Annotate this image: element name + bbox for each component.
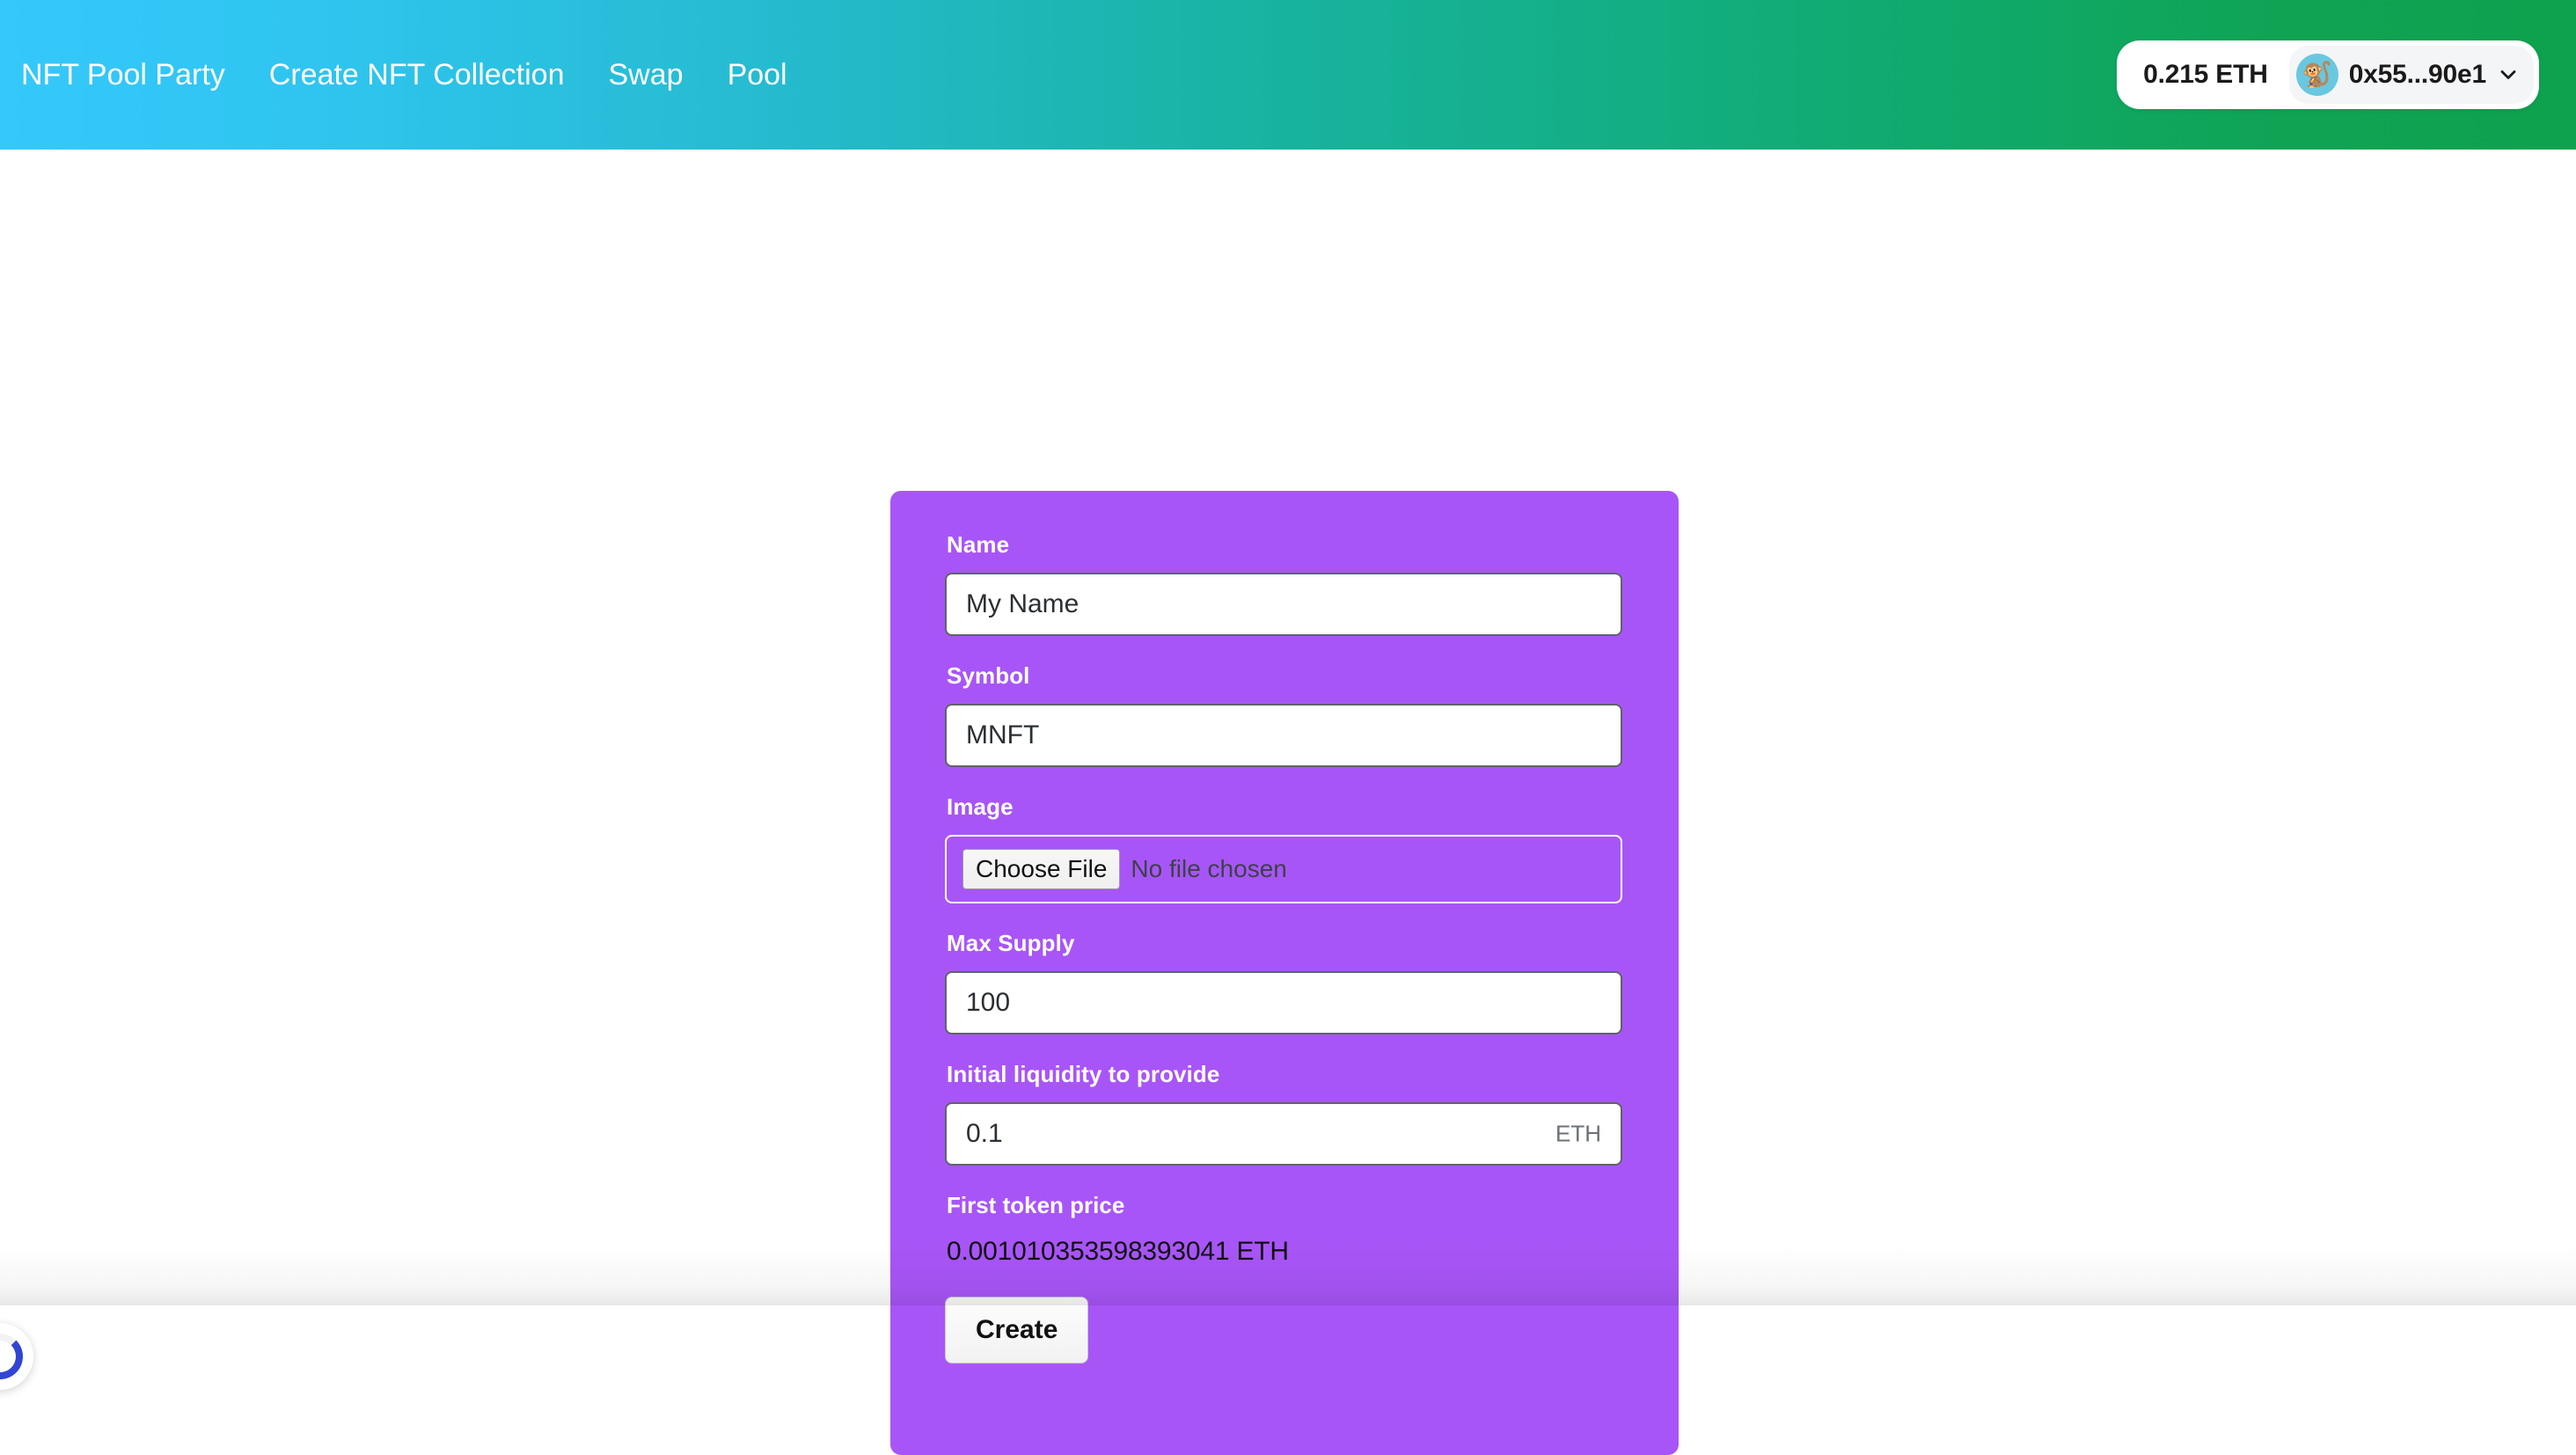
choose-file-button[interactable]: Choose File	[962, 848, 1121, 890]
first-token-price-value: 0.001010353598393041 ETH	[947, 1237, 1289, 1266]
nav-link-swap[interactable]: Swap	[609, 51, 684, 99]
file-chosen-status: No file chosen	[1131, 855, 1287, 882]
nav-link-create-nft-collection[interactable]: Create NFT Collection	[269, 51, 565, 99]
field-group-symbol: Symbol	[945, 662, 1624, 767]
initial-liquidity-input[interactable]	[945, 1102, 1622, 1166]
name-label: Name	[947, 531, 1010, 558]
wallet-balance: 0.215 ETH	[2143, 60, 2268, 89]
wallet-account-button[interactable]: 🐒 0x55...90e1	[2288, 46, 2534, 104]
symbol-input[interactable]	[945, 704, 1622, 767]
name-input[interactable]	[945, 573, 1622, 636]
image-file-input[interactable]: Choose File No file chosen	[945, 835, 1622, 903]
nav-link-nft-pool-party[interactable]: NFT Pool Party	[21, 51, 225, 99]
create-button[interactable]: Create	[945, 1297, 1089, 1364]
field-group-first-token-price: First token price 0.001010353598393041 E…	[945, 1192, 1624, 1267]
field-group-max-supply: Max Supply	[945, 930, 1624, 1035]
symbol-label: Symbol	[947, 662, 1030, 689]
top-navbar: NFT Pool Party Create NFT Collection Swa…	[0, 0, 2576, 150]
field-group-name: Name	[945, 531, 1624, 636]
image-label: Image	[947, 793, 1014, 820]
max-supply-label: Max Supply	[947, 930, 1075, 956]
monkey-avatar-icon: 🐒	[2295, 54, 2338, 96]
wallet-widget[interactable]: 0.215 ETH 🐒 0x55...90e1	[2117, 40, 2539, 109]
wallet-address: 0x55...90e1	[2348, 60, 2486, 89]
field-group-image: Image Choose File No file chosen	[945, 793, 1624, 903]
field-group-initial-liquidity: Initial liquidity to provide ETH	[945, 1061, 1624, 1166]
initial-liquidity-label: Initial liquidity to provide	[947, 1061, 1220, 1087]
loading-spinner	[0, 1323, 33, 1390]
initial-liquidity-input-wrap: ETH	[945, 1102, 1622, 1166]
page-body: Name Symbol Image Choose File No file ch…	[0, 150, 2576, 1455]
spinner-ring-icon	[0, 1334, 23, 1379]
primary-navigation: NFT Pool Party Create NFT Collection Swa…	[21, 51, 787, 99]
max-supply-input[interactable]	[945, 971, 1622, 1035]
first-token-price-label: First token price	[947, 1192, 1125, 1218]
nav-link-pool[interactable]: Pool	[728, 51, 787, 99]
chevron-down-icon	[2499, 65, 2518, 84]
create-nft-collection-form: Name Symbol Image Choose File No file ch…	[890, 491, 1679, 1455]
